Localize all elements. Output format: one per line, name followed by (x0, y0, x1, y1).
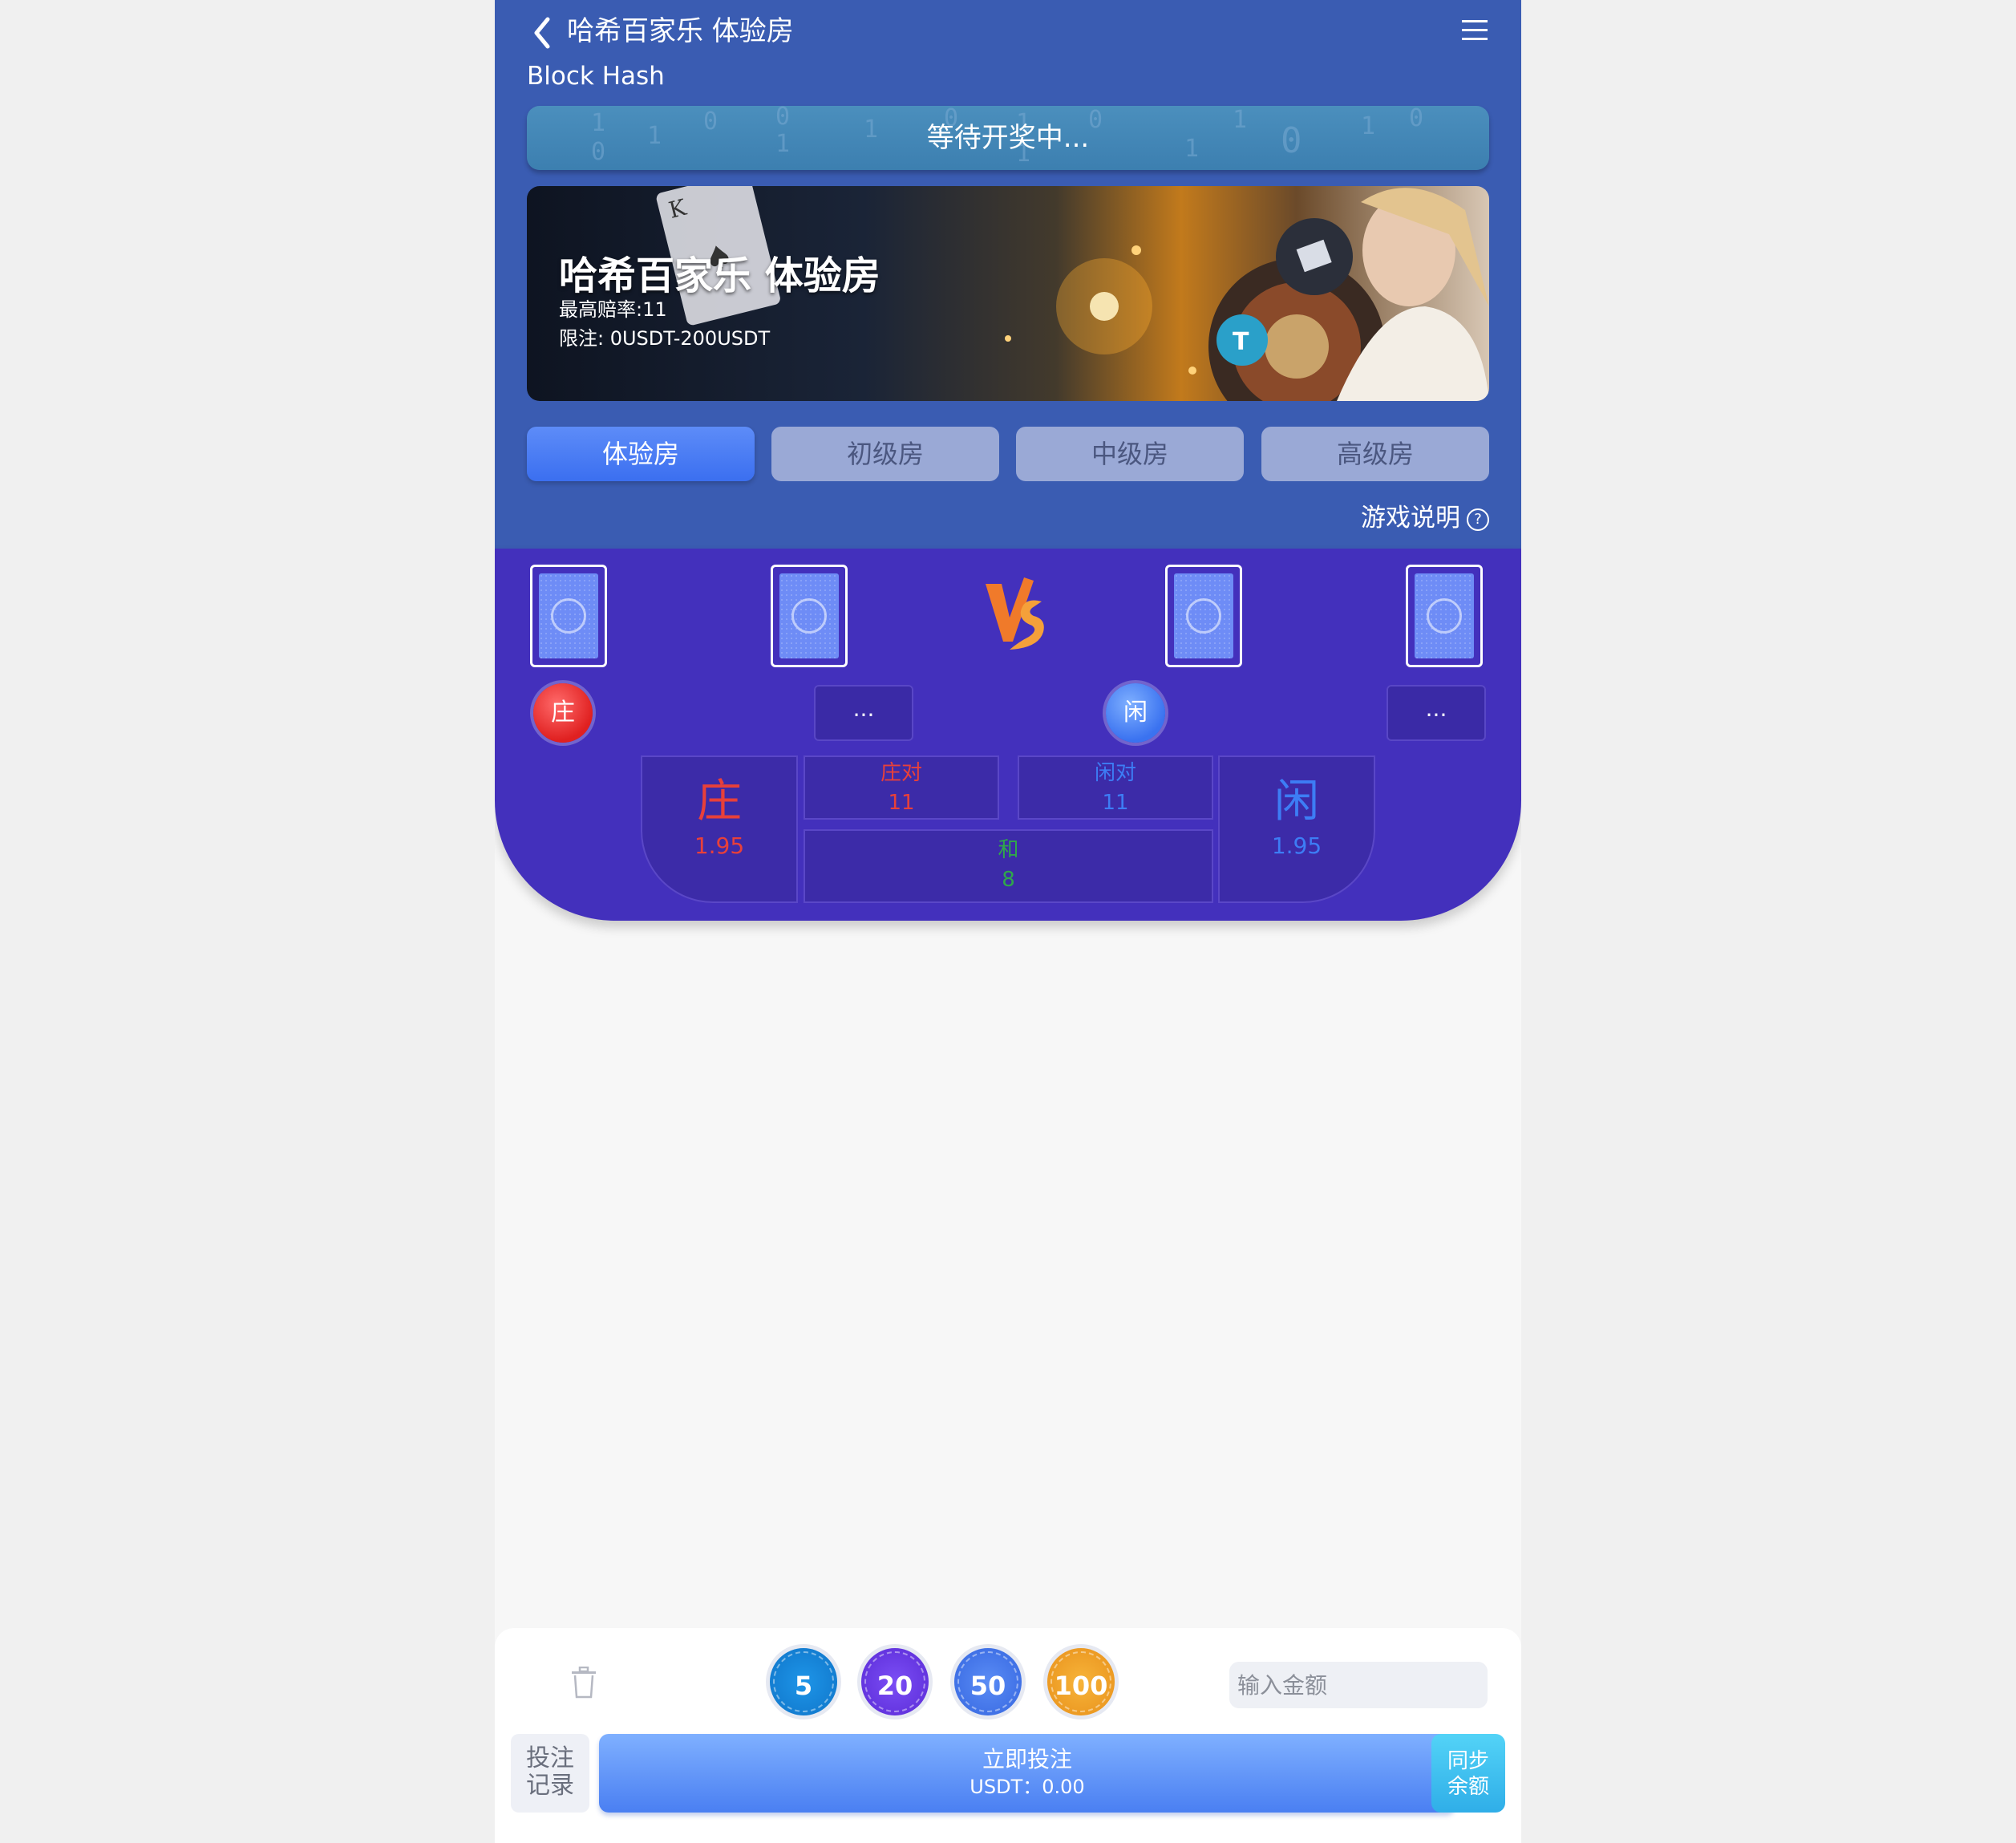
place-bet-label: 立即投注 (982, 1746, 1072, 1772)
player-card-2 (1406, 565, 1483, 667)
baccarat-table: 庄 ... 闲 ... 庄 1.95 庄对 11 闲对 11 和 8 闲 1.9… (495, 549, 1521, 921)
banker-pair-label: 庄对 (880, 761, 922, 785)
game-subtitle: Block Hash (527, 62, 665, 91)
chip-100[interactable]: 100 (1043, 1644, 1119, 1719)
chip-5[interactable]: 5 (766, 1644, 841, 1719)
sync-balance-button[interactable]: 同步 余额 (1431, 1734, 1505, 1813)
bet-record-button[interactable]: 投注 记录 (511, 1734, 589, 1813)
game-rules-label: 游戏说明 (1361, 504, 1460, 533)
app-screen: 哈希百家乐 体验房 Block Hash 1 0 1 0 1 0 1 0 1 1… (495, 0, 1521, 1843)
banker-badge: 庄 (533, 683, 593, 743)
tie-bet-label: 和 (998, 838, 1019, 862)
card-back (779, 573, 839, 658)
betting-bar: 5 20 50 100 投注记录 立即投注 USDT：0.00 同步余额 (495, 1628, 1521, 1843)
card-logo-icon (791, 598, 827, 634)
banker-card-1 (530, 565, 607, 667)
draw-status-bar: 1 0 1 0 1 0 1 0 1 1 0 1 1 0 1 0 等待开奖中... (527, 106, 1489, 170)
banner-max-odds: 最高赔率:11 (559, 298, 667, 321)
page-title: 哈希百家乐 体验房 (567, 15, 794, 47)
tab-advanced-room[interactable]: 高级房 (1261, 427, 1489, 481)
bet-zone-banker[interactable]: 庄 1.95 (641, 755, 798, 903)
svg-text:T: T (1233, 328, 1249, 356)
header-panel: 哈希百家乐 体验房 Block Hash 1 0 1 0 1 0 1 0 1 1… (495, 0, 1521, 549)
draw-status-text: 等待开奖中... (926, 122, 1090, 154)
bet-zone-player-pair[interactable]: 闲对 11 (1018, 755, 1213, 820)
banner-title: 哈希百家乐 体验房 (559, 253, 880, 298)
banker-result: ... (814, 685, 913, 741)
card-logo-icon (551, 598, 586, 634)
player-result: ... (1387, 685, 1486, 741)
room-tabs: 体验房 初级房 中级房 高级房 (527, 427, 1489, 481)
card-back (539, 573, 598, 658)
tab-trial-room[interactable]: 体验房 (527, 427, 755, 481)
room-banner: K ♠ T 哈希百家乐 体验房 最高赔率:11 限注: 0USDT-200USD… (527, 186, 1489, 401)
question-circle-icon: ? (1467, 508, 1489, 531)
banker-card-2 (771, 565, 848, 667)
usdt-balance: USDT：0.00 (970, 1776, 1085, 1798)
player-badge: 闲 (1106, 683, 1165, 743)
bet-zone-banker-pair[interactable]: 庄对 11 (804, 755, 999, 820)
tab-intermediate-room[interactable]: 中级房 (1016, 427, 1244, 481)
player-pair-label: 闲对 (1094, 761, 1136, 785)
card-logo-icon (1427, 598, 1462, 634)
trash-icon[interactable] (570, 1667, 597, 1699)
banker-bet-odds: 1.95 (694, 832, 745, 859)
player-bet-label: 闲 (1274, 776, 1319, 828)
tab-beginner-room[interactable]: 初级房 (771, 427, 999, 481)
back-arrow-icon[interactable] (527, 13, 559, 53)
card-logo-icon (1186, 598, 1221, 634)
banker-pair-odds: 11 (888, 791, 915, 815)
banker-bet-label: 庄 (697, 776, 742, 828)
player-pair-odds: 11 (1102, 791, 1129, 815)
chip-50[interactable]: 50 (950, 1644, 1026, 1719)
menu-icon[interactable] (1460, 16, 1489, 45)
vs-icon (986, 577, 1044, 650)
bet-zone-player[interactable]: 闲 1.95 (1218, 755, 1375, 903)
card-back (1174, 573, 1233, 658)
tie-bet-odds: 8 (1002, 868, 1015, 892)
game-rules-link[interactable]: 游戏说明? (1361, 499, 1489, 537)
place-bet-button[interactable]: 立即投注 USDT：0.00 (599, 1734, 1455, 1813)
bet-amount-input[interactable] (1229, 1662, 1488, 1708)
card-back (1415, 573, 1474, 658)
chip-20[interactable]: 20 (857, 1644, 933, 1719)
player-bet-odds: 1.95 (1271, 832, 1322, 859)
bet-zone-tie[interactable]: 和 8 (804, 829, 1213, 903)
banner-bet-limit: 限注: 0USDT-200USDT (559, 327, 771, 350)
player-card-1 (1165, 565, 1242, 667)
